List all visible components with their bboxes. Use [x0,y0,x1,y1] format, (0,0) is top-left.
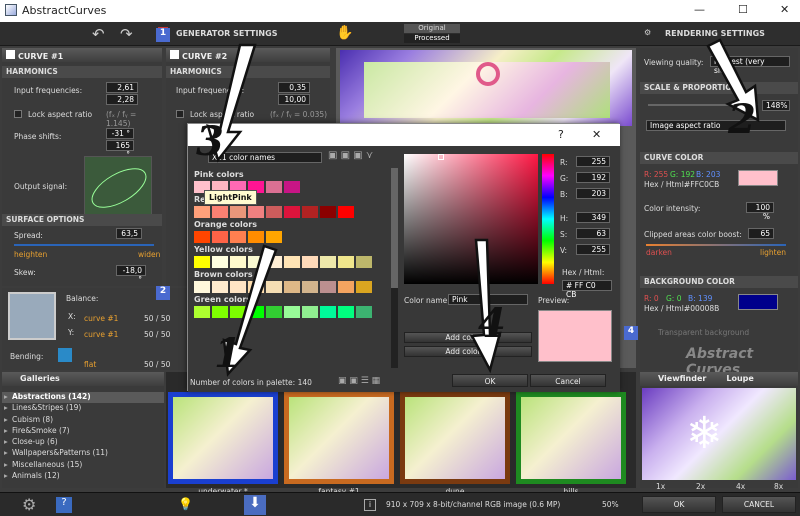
marker-3: 3 [196,118,224,165]
annotation-arrows [206,38,760,377]
marker-1: 1 [214,330,242,377]
marker-4: 4 [478,300,506,347]
marker-2: 2 [728,96,756,143]
